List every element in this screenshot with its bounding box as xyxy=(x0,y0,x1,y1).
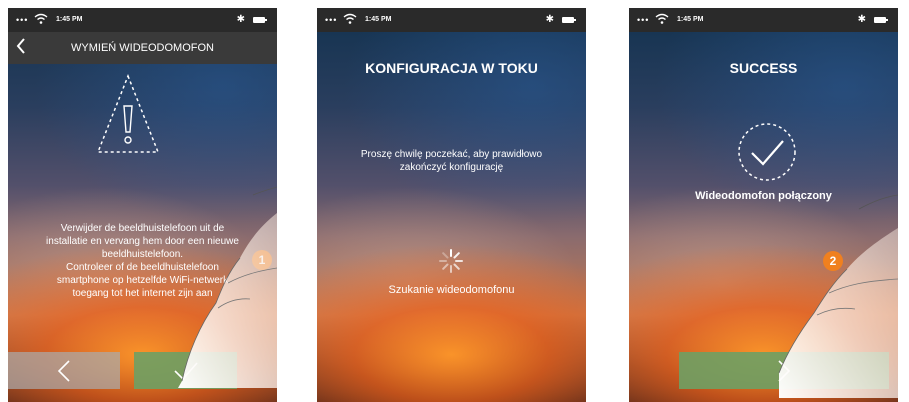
instruction-line: toegang tot het internet zijn aan xyxy=(72,288,213,299)
bluetooth-icon: ✱ xyxy=(857,14,866,25)
confirm-button[interactable] xyxy=(134,352,237,389)
next-button[interactable] xyxy=(679,352,889,389)
header-title: WYMIEŃ WIDEODOMOFON xyxy=(71,42,214,54)
signal-dots-icon: ••• xyxy=(637,15,650,25)
battery-icon xyxy=(253,17,267,23)
instruction-line: installatie en vervang hem door een nieu… xyxy=(46,236,239,247)
status-time: 1:45 PM xyxy=(56,16,83,23)
message-line: Proszę chwilę poczekać, aby prawidłowo xyxy=(360,149,543,160)
phone-screen-configuring: ••• 1:45 PM ✱ KONFIGURACJA W TOKU Proszę… xyxy=(317,8,586,402)
spinner-icon xyxy=(439,249,463,273)
wifi-icon xyxy=(34,13,48,24)
battery-icon xyxy=(562,17,576,23)
battery-icon xyxy=(874,17,888,23)
status-bar: ••• 1:45 PM ✱ xyxy=(317,8,586,32)
back-button[interactable] xyxy=(8,352,120,389)
wait-message: Proszę chwilę poczekać, aby prawidłowo z… xyxy=(327,148,576,174)
warning-triangle-icon xyxy=(96,73,160,153)
instruction-line: beeldhuistelefoon. xyxy=(101,249,184,260)
instruction-line: Verwijder de beeldhuistelefoon uit de xyxy=(60,223,225,234)
status-time: 1:45 PM xyxy=(677,16,704,23)
header-bar: WYMIEŃ WIDEODOMOFON xyxy=(8,32,277,64)
wifi-icon xyxy=(655,13,669,24)
phone-screen-replace-intercom: ••• 1:45 PM ✱ WYMIEŃ WIDEODOMOFON Verwij… xyxy=(8,8,277,402)
screen-title: KONFIGURACJA W TOKU xyxy=(365,60,538,76)
bluetooth-icon: ✱ xyxy=(236,14,245,25)
signal-dots-icon: ••• xyxy=(16,15,29,25)
signal-dots-icon: ••• xyxy=(325,15,338,25)
screen-title: SUCCESS xyxy=(729,60,798,76)
chevron-left-icon xyxy=(57,359,70,382)
status-bar: ••• 1:45 PM ✱ xyxy=(8,8,277,32)
instruction-line: smartphone op hetzelfde WiFi-netwerk xyxy=(56,275,229,286)
bluetooth-icon: ✱ xyxy=(545,14,554,25)
message-line: zakończyć konfigurację xyxy=(399,162,504,173)
instruction-line: Controleer of de beeldhuistelefoon xyxy=(66,262,219,273)
status-bar: ••• 1:45 PM ✱ xyxy=(629,8,898,32)
phone-screen-success: ••• 1:45 PM ✱ SUCCESS Wideodomofon połąc… xyxy=(629,8,898,402)
search-status: Szukanie wideodomofonu xyxy=(388,284,515,296)
chevron-right-icon xyxy=(778,359,791,382)
check-icon xyxy=(173,361,198,380)
status-time: 1:45 PM xyxy=(365,16,392,23)
check-circle-icon xyxy=(738,123,796,181)
wifi-icon xyxy=(343,13,357,24)
instruction-text: Verwijder de beeldhuistelefoon uit de in… xyxy=(18,222,267,300)
success-message: Wideodomofon połączony xyxy=(695,190,832,202)
step-badge: 1 xyxy=(252,250,272,270)
step-badge: 2 xyxy=(823,251,843,271)
